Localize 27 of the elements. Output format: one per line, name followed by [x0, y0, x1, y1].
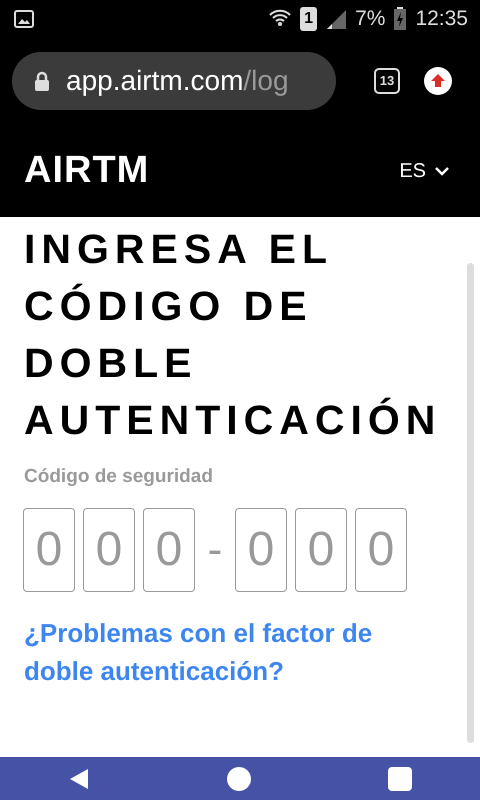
- digit-field[interactable]: 0: [355, 508, 407, 592]
- sim-badge: 1: [300, 7, 318, 31]
- help-link[interactable]: ¿Problemas con el factor de doble autenticación?: [0, 614, 480, 690]
- battery-percent: 7%: [355, 6, 386, 32]
- digit-field[interactable]: 0: [143, 508, 195, 592]
- tab-count-button[interactable]: 13: [374, 68, 400, 94]
- digit-field[interactable]: 0: [83, 508, 135, 592]
- back-icon[interactable]: [68, 766, 90, 790]
- digit-field[interactable]: 0: [23, 508, 75, 592]
- code-label: Código de seguridad: [24, 465, 214, 489]
- page-title: INGRESA EL CÓDIGO DE DOBLE AUTENTICACIÓN: [23, 225, 442, 445]
- url-text: app.airtm.com/log: [66, 64, 289, 98]
- digit-field[interactable]: 0: [295, 508, 347, 592]
- home-icon[interactable]: [226, 766, 251, 790]
- clock: 12:35: [415, 6, 468, 32]
- image-icon: [14, 10, 34, 28]
- recents-icon[interactable]: [388, 766, 412, 790]
- logo[interactable]: AIRTM: [24, 142, 150, 199]
- code-separator: -: [206, 524, 224, 576]
- address-bar[interactable]: app.airtm.com/log: [12, 52, 336, 110]
- language-selector[interactable]: ES: [399, 156, 450, 186]
- digit-field[interactable]: 0: [235, 508, 287, 592]
- signal-icon: [325, 8, 348, 30]
- battery-icon: [393, 7, 408, 31]
- chevron-down-icon: [434, 166, 450, 176]
- lock-icon: [34, 71, 50, 91]
- upload-icon[interactable]: [424, 67, 452, 95]
